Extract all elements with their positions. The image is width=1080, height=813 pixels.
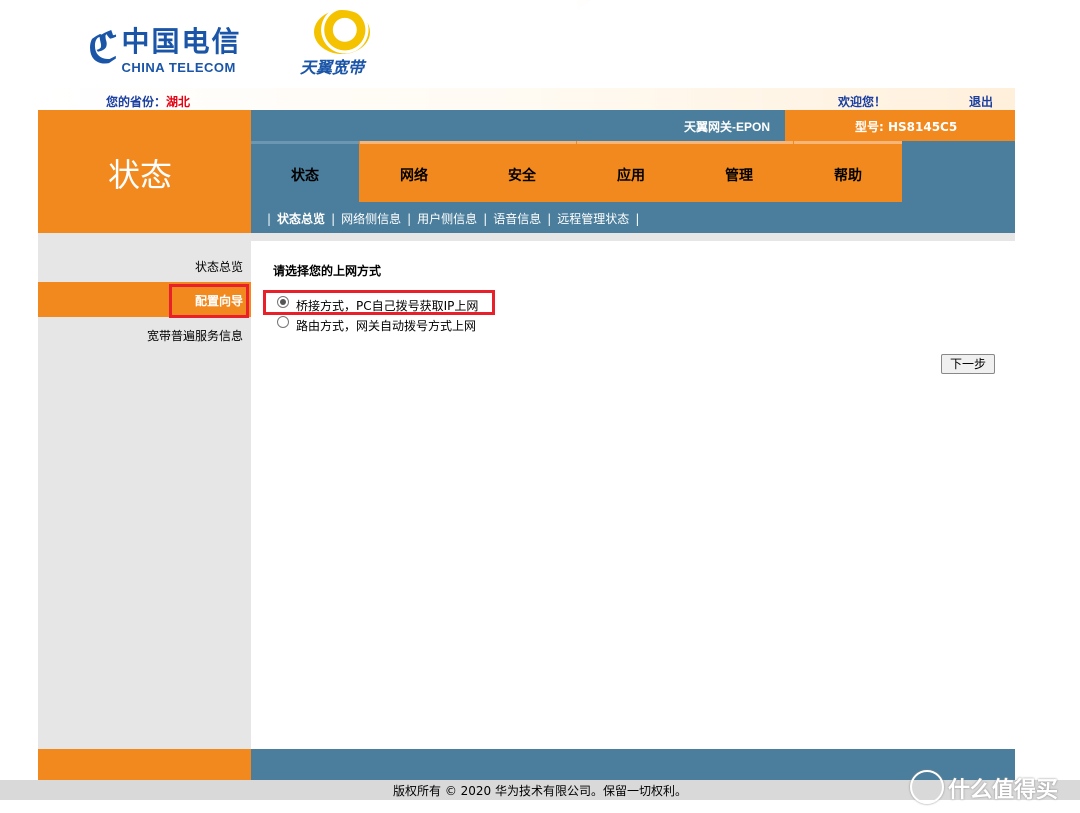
china-telecom-logo: ℭ 中国电信 CHINA TELECOM: [88, 20, 242, 75]
bridge-mode-highlight-box: [263, 290, 495, 315]
subnav-item-remote-mgmt[interactable]: 远程管理状态: [557, 212, 629, 226]
route-mode-radio[interactable]: [277, 316, 289, 328]
connection-mode-question: 请选择您的上网方式: [273, 264, 382, 278]
subnav-item-status-overview[interactable]: 状态总览: [277, 212, 325, 226]
welcome-text: 欢迎您！: [838, 95, 887, 109]
footer-orange-bar: [38, 749, 251, 780]
model-label: 型号: HS8145C5: [855, 120, 958, 134]
tab-security[interactable]: 安全: [468, 141, 576, 202]
main-nav-filler: [902, 141, 1015, 202]
watermark-text: 什么值得买: [948, 778, 1059, 803]
tianyi-broadband-logo: 天翼宽带: [300, 10, 390, 78]
logo-en-text: CHINA TELECOM: [121, 60, 236, 75]
subnav-separator: |: [547, 212, 552, 226]
sidebar-item-broadband-service[interactable]: 宽带普遍服务信息: [147, 327, 243, 344]
logo-cn-text: 中国电信: [121, 25, 242, 58]
sidebar-highlight-box: [169, 284, 249, 318]
subnav-separator: |: [407, 212, 412, 226]
subnav-item-user-info[interactable]: 用户侧信息: [417, 212, 477, 226]
province-info: 您的省份：湖北: [106, 93, 190, 110]
section-title: 状态: [108, 156, 173, 194]
subnav-separator: |: [331, 212, 336, 226]
logout-link[interactable]: 退出: [969, 93, 993, 110]
china-telecom-logo-icon: ℭ: [88, 22, 118, 72]
watermark-logo-icon: [910, 770, 944, 804]
tianyi-logo-text: 天翼宽带: [300, 58, 365, 77]
province-label: 您的省份：: [106, 95, 167, 109]
tab-help[interactable]: 帮助: [794, 141, 902, 202]
subnav-item-voice-info[interactable]: 语音信息: [493, 212, 541, 226]
subnav-separator: |: [267, 212, 272, 226]
tab-management[interactable]: 管理: [685, 141, 793, 202]
sidebar-item-status-overview[interactable]: 状态总览: [195, 258, 243, 275]
sub-nav: | 状态总览 | 网络侧信息 | 用户侧信息 | 语音信息 | 远程管理状态 |: [251, 202, 1015, 233]
route-mode-label: 路由方式，网关自动拨号方式上网: [296, 319, 477, 333]
tab-status[interactable]: 状态: [251, 141, 359, 202]
subnav-separator: |: [483, 212, 488, 226]
subnav-item-network-info[interactable]: 网络侧信息: [341, 212, 401, 226]
section-title-block: 状态: [38, 110, 251, 233]
subnav-separator: |: [635, 212, 640, 226]
province-value: 湖北: [166, 95, 191, 109]
tab-network[interactable]: 网络: [360, 141, 468, 202]
next-step-button[interactable]: 下一步: [941, 354, 995, 374]
tab-application[interactable]: 应用: [577, 141, 685, 202]
content-top-border: [251, 233, 1015, 241]
tianyi-swirl-icon: [314, 10, 370, 54]
footer-blue-bar: [251, 749, 1015, 780]
gateway-name: 天翼网关-EPON: [684, 120, 771, 134]
